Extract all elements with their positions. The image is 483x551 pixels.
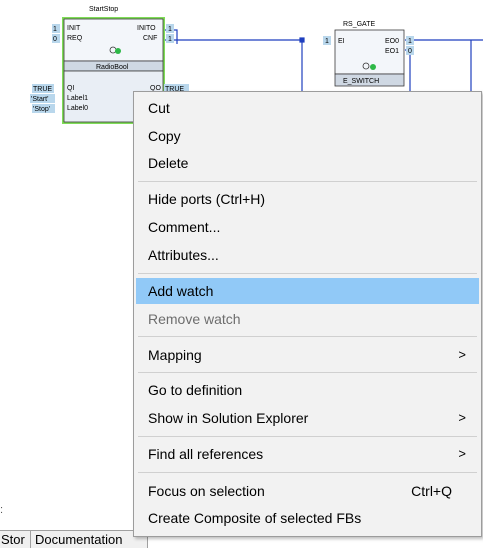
context-menu: Cut Copy Delete Hide ports (Ctrl+H) Comm… bbox=[133, 91, 482, 537]
menu-item-delete[interactable]: Delete bbox=[136, 150, 479, 176]
const-inito[interactable]: 1 bbox=[168, 26, 172, 33]
menu-separator bbox=[138, 472, 477, 473]
menu-item-remove-watch: Remove watch bbox=[136, 306, 479, 332]
event-out-eo1[interactable]: EO1 bbox=[385, 48, 399, 55]
data-in-label1[interactable]: Label1 bbox=[67, 95, 88, 102]
event-in-init[interactable]: INIT bbox=[67, 25, 81, 32]
const-eo0[interactable]: 1 bbox=[408, 38, 412, 45]
menu-item-focus-on-selection[interactable]: Focus on selection Ctrl+Q bbox=[136, 478, 479, 504]
menu-item-label: Find all references bbox=[148, 446, 264, 462]
watch-active-icon bbox=[115, 48, 121, 54]
event-in-ei[interactable]: EI bbox=[338, 38, 345, 45]
menu-item-mapping[interactable]: Mapping > bbox=[136, 342, 479, 368]
const-req[interactable]: 0 bbox=[53, 36, 57, 43]
menu-item-label: Copy bbox=[148, 128, 181, 144]
menu-item-label: Delete bbox=[148, 155, 189, 171]
menu-item-label: Attributes... bbox=[148, 247, 219, 263]
startstop-type-name: RadioBool bbox=[96, 64, 129, 71]
menu-item-hide-ports[interactable]: Hide ports (Ctrl+H) bbox=[136, 186, 479, 212]
menu-item-attributes[interactable]: Attributes... bbox=[136, 242, 479, 268]
const-ei[interactable]: 1 bbox=[325, 38, 329, 45]
bottom-panel-stub: : bbox=[0, 504, 4, 516]
tab-documentation[interactable]: Documentation bbox=[30, 530, 148, 548]
const-cnf[interactable]: 1 bbox=[168, 36, 172, 43]
menu-separator bbox=[138, 273, 477, 274]
menu-item-label: Go to definition bbox=[148, 382, 243, 398]
menu-item-label: Hide ports (Ctrl+H) bbox=[148, 191, 266, 207]
menu-item-cut[interactable]: Cut bbox=[136, 95, 479, 121]
rs-gate-type-name: E_SWITCH bbox=[343, 78, 379, 85]
menu-item-go-to-definition[interactable]: Go to definition bbox=[136, 377, 479, 403]
rs-gate-watch-active-icon bbox=[370, 64, 376, 70]
menu-item-label: Focus on selection bbox=[148, 483, 265, 499]
menu-item-label: Comment... bbox=[148, 219, 221, 235]
menu-item-create-composite[interactable]: Create Composite of selected FBs bbox=[136, 505, 479, 531]
submenu-chevron-right-icon: > bbox=[458, 446, 466, 461]
const-label0[interactable]: 'Stop' bbox=[33, 106, 50, 113]
menu-item-show-in-solution-explorer[interactable]: Show in Solution Explorer > bbox=[136, 405, 479, 431]
menu-item-find-all-references[interactable]: Find all references > bbox=[136, 441, 479, 467]
const-label1[interactable]: 'Start' bbox=[31, 96, 48, 103]
startstop-instance-name: StartStop bbox=[89, 6, 118, 13]
data-in-qi[interactable]: QI bbox=[67, 85, 74, 92]
tab-stor[interactable]: Stor bbox=[0, 530, 31, 548]
event-out-inito[interactable]: INITO bbox=[137, 25, 156, 32]
menu-separator bbox=[138, 336, 477, 337]
submenu-chevron-right-icon: > bbox=[458, 347, 466, 362]
menu-separator bbox=[138, 372, 477, 373]
const-init[interactable]: 1 bbox=[53, 26, 57, 33]
menu-item-label: Cut bbox=[148, 100, 170, 116]
const-eo1[interactable]: 0 bbox=[408, 48, 412, 55]
menu-separator bbox=[138, 436, 477, 437]
menu-item-copy[interactable]: Copy bbox=[136, 123, 479, 149]
menu-item-comment[interactable]: Comment... bbox=[136, 214, 479, 240]
menu-item-label: Create Composite of selected FBs bbox=[148, 510, 362, 526]
rs-gate-function-block[interactable]: RS_GATE EI EO0 EO1 E_SWITCH 1 1 0 bbox=[323, 21, 414, 87]
menu-item-shortcut: Ctrl+Q bbox=[411, 483, 452, 499]
rs-gate-instance-name: RS_GATE bbox=[343, 21, 375, 28]
connection-eo1-out[interactable] bbox=[405, 49, 411, 93]
menu-item-add-watch[interactable]: Add watch bbox=[136, 278, 479, 304]
menu-item-label: Show in Solution Explorer bbox=[148, 410, 309, 426]
const-qi[interactable]: TRUE bbox=[33, 86, 52, 93]
menu-item-label: Add watch bbox=[148, 283, 214, 299]
connection-junction bbox=[299, 37, 305, 43]
event-out-cnf[interactable]: CNF bbox=[143, 35, 157, 42]
menu-item-label: Remove watch bbox=[148, 311, 241, 327]
event-out-eo0[interactable]: EO0 bbox=[385, 38, 399, 45]
menu-item-label: Mapping bbox=[148, 347, 202, 363]
menu-separator bbox=[138, 181, 477, 182]
data-in-label0[interactable]: Label0 bbox=[67, 105, 88, 112]
submenu-chevron-right-icon: > bbox=[458, 410, 466, 425]
event-in-req[interactable]: REQ bbox=[67, 35, 83, 42]
